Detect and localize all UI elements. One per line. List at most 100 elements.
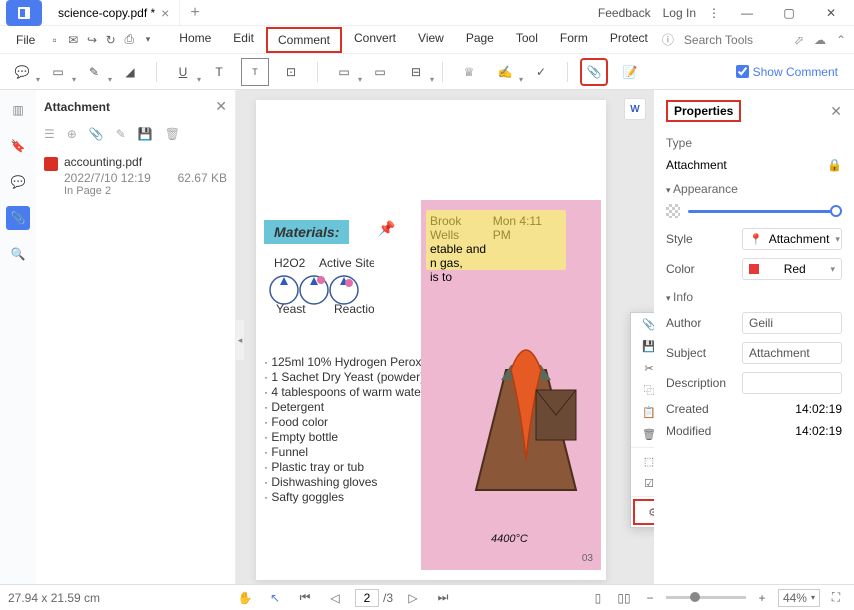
callout-tool[interactable]: ⊡ (277, 58, 305, 86)
menu-convert[interactable]: Convert (344, 27, 406, 53)
ctx-cut[interactable]: ✂Cut (631, 357, 654, 379)
tab-close-button[interactable]: × (161, 5, 169, 21)
subject-input[interactable] (742, 342, 842, 364)
measure-tool[interactable]: ⊟ (402, 58, 430, 86)
two-page-view[interactable]: ▯▯ (614, 588, 634, 608)
zoom-in-button[interactable]: + (752, 588, 772, 608)
menu-tool[interactable]: Tool (506, 27, 548, 53)
maximize-button[interactable]: ▢ (774, 0, 804, 26)
dropdown-icon[interactable]: ▾ (141, 29, 156, 51)
textbox-tool[interactable]: T (241, 58, 269, 86)
menu-protect[interactable]: Protect (600, 27, 658, 53)
ctx-delete[interactable]: 🗑Delete (631, 423, 654, 445)
ctx-select-all[interactable]: ⬚Select All (631, 450, 654, 472)
stamp-tool[interactable]: ♕ (455, 58, 483, 86)
author-input[interactable] (742, 312, 842, 334)
eraser-tool[interactable]: ◢ (116, 58, 144, 86)
prev-page-button[interactable]: ◁ (325, 588, 345, 608)
fullscreen-button[interactable]: ⛶ (826, 588, 846, 608)
search-button[interactable]: 🔍 (6, 242, 30, 266)
open-icon[interactable]: ⬀ (794, 33, 804, 47)
info-section-label[interactable]: Info (666, 290, 842, 304)
highlight-tool[interactable]: ▭ (44, 58, 72, 86)
new-tab-button[interactable]: + (190, 4, 199, 22)
note-tool[interactable]: 💬 (8, 58, 36, 86)
note-list-tool[interactable]: 📝 (616, 58, 644, 86)
login-link[interactable]: Log In (663, 6, 696, 20)
next-page-button[interactable]: ▷ (403, 588, 423, 608)
ctx-save-attachment[interactable]: 💾Save Attachment (631, 335, 654, 357)
current-page-input[interactable] (355, 589, 379, 607)
show-comment-checkbox[interactable] (736, 65, 749, 78)
style-select[interactable]: 📍 Attachment ▾ (742, 228, 842, 250)
thumbnails-button[interactable]: ▥ (6, 98, 30, 122)
chevron-up-icon[interactable]: ⌃ (836, 33, 846, 47)
list-view-icon[interactable]: ☰ (44, 127, 55, 141)
reply-icon[interactable]: ↪ (85, 29, 100, 51)
word-export-badge[interactable]: W (624, 98, 646, 120)
attachment-item[interactable]: accounting.pdf 2022/7/10 12:19 62.67 KB … (44, 151, 227, 201)
underline-tool[interactable]: U (169, 58, 197, 86)
color-select[interactable]: Red ▾ (742, 258, 842, 280)
rectangle-tool[interactable]: ▭ (330, 58, 358, 86)
opacity-slider[interactable] (688, 210, 842, 213)
save-attachment-icon[interactable]: 💾 (138, 127, 153, 141)
ctx-properties[interactable]: ⚙Properties (633, 499, 654, 525)
collapse-left-button[interactable]: ◂ (236, 320, 244, 360)
arrow-tool[interactable]: ▭ (366, 58, 394, 86)
show-comment-toggle[interactable]: Show Comment (736, 65, 846, 79)
feedback-link[interactable]: Feedback (598, 6, 651, 20)
edit-attachment-icon[interactable]: ✎ (116, 127, 126, 141)
sticky-note[interactable]: Brook Wells Mon 4:11 PM etable and n gas… (426, 210, 566, 270)
menu-comment[interactable]: Comment (266, 27, 342, 53)
zoom-out-button[interactable]: − (640, 588, 660, 608)
menu-view[interactable]: View (408, 27, 454, 53)
refresh-icon[interactable]: ↻ (103, 29, 118, 51)
attachment-pin-icon[interactable]: 📌 (378, 220, 395, 237)
description-input[interactable] (742, 372, 842, 394)
attachment-tool[interactable]: 📎 (580, 58, 608, 86)
menu-form[interactable]: Form (550, 27, 598, 53)
first-page-button[interactable]: ⏮ (295, 588, 315, 608)
save-icon[interactable]: ▫ (47, 29, 62, 51)
menu-edit[interactable]: Edit (223, 27, 264, 53)
appearance-section-label[interactable]: Appearance (666, 182, 842, 196)
close-window-button[interactable]: ✕ (816, 0, 846, 26)
search-tools-input[interactable] (684, 33, 784, 47)
kebab-icon[interactable]: ⋮ (708, 6, 720, 20)
comments-button[interactable]: 💬 (6, 170, 30, 194)
link-icon[interactable]: 📎 (89, 127, 104, 141)
signature-tool[interactable]: ✍ (491, 58, 519, 86)
mail-icon[interactable]: ✉ (66, 29, 81, 51)
zoom-select[interactable]: 44% ▾ (778, 589, 820, 607)
pencil-tool[interactable]: ✎ (80, 58, 108, 86)
minimize-button[interactable]: — (732, 0, 762, 26)
bookmarks-button[interactable]: 🔖 (6, 134, 30, 158)
cloud-icon[interactable]: ☁ (814, 33, 826, 47)
attachments-button[interactable]: 📎 (6, 206, 30, 230)
last-page-button[interactable]: ⏭ (433, 588, 453, 608)
ctx-copy[interactable]: ⿻Copy (631, 379, 654, 401)
document-tab[interactable]: science-copy.pdf * × (48, 0, 180, 26)
delete-icon: 🗑 (641, 426, 654, 442)
ctx-paste[interactable]: 📋Paste (631, 401, 654, 423)
text-tool[interactable]: T (205, 58, 233, 86)
zoom-slider[interactable] (666, 596, 746, 599)
hand-tool-button[interactable]: ✋ (235, 588, 255, 608)
delete-attachment-icon[interactable]: 🗑 (165, 127, 180, 141)
menu-home[interactable]: Home (169, 27, 221, 53)
ctx-set-default[interactable]: ☑Set as Default (631, 472, 654, 494)
document-viewport[interactable]: ◂ ▸ W Materials: 📌 H2O2 Active Site Yeas… (236, 90, 654, 584)
select-tool-button[interactable]: ↖ (265, 588, 285, 608)
approve-tool[interactable]: ✓ (527, 58, 555, 86)
ctx-open-attachment[interactable]: 📎Open Attachment (631, 313, 654, 335)
single-page-view[interactable]: ▯ (588, 588, 608, 608)
properties-close-button[interactable]: ✕ (830, 103, 842, 120)
created-value: 14:02:19 (795, 402, 842, 416)
add-attachment-icon[interactable]: ⊕ (67, 127, 77, 141)
print-icon[interactable]: ⎙ (122, 29, 137, 51)
lock-icon[interactable]: 🔒 (827, 158, 842, 172)
menu-file[interactable]: File (8, 33, 43, 47)
menu-page[interactable]: Page (456, 27, 504, 53)
attachment-panel-close[interactable]: ✕ (215, 98, 227, 115)
